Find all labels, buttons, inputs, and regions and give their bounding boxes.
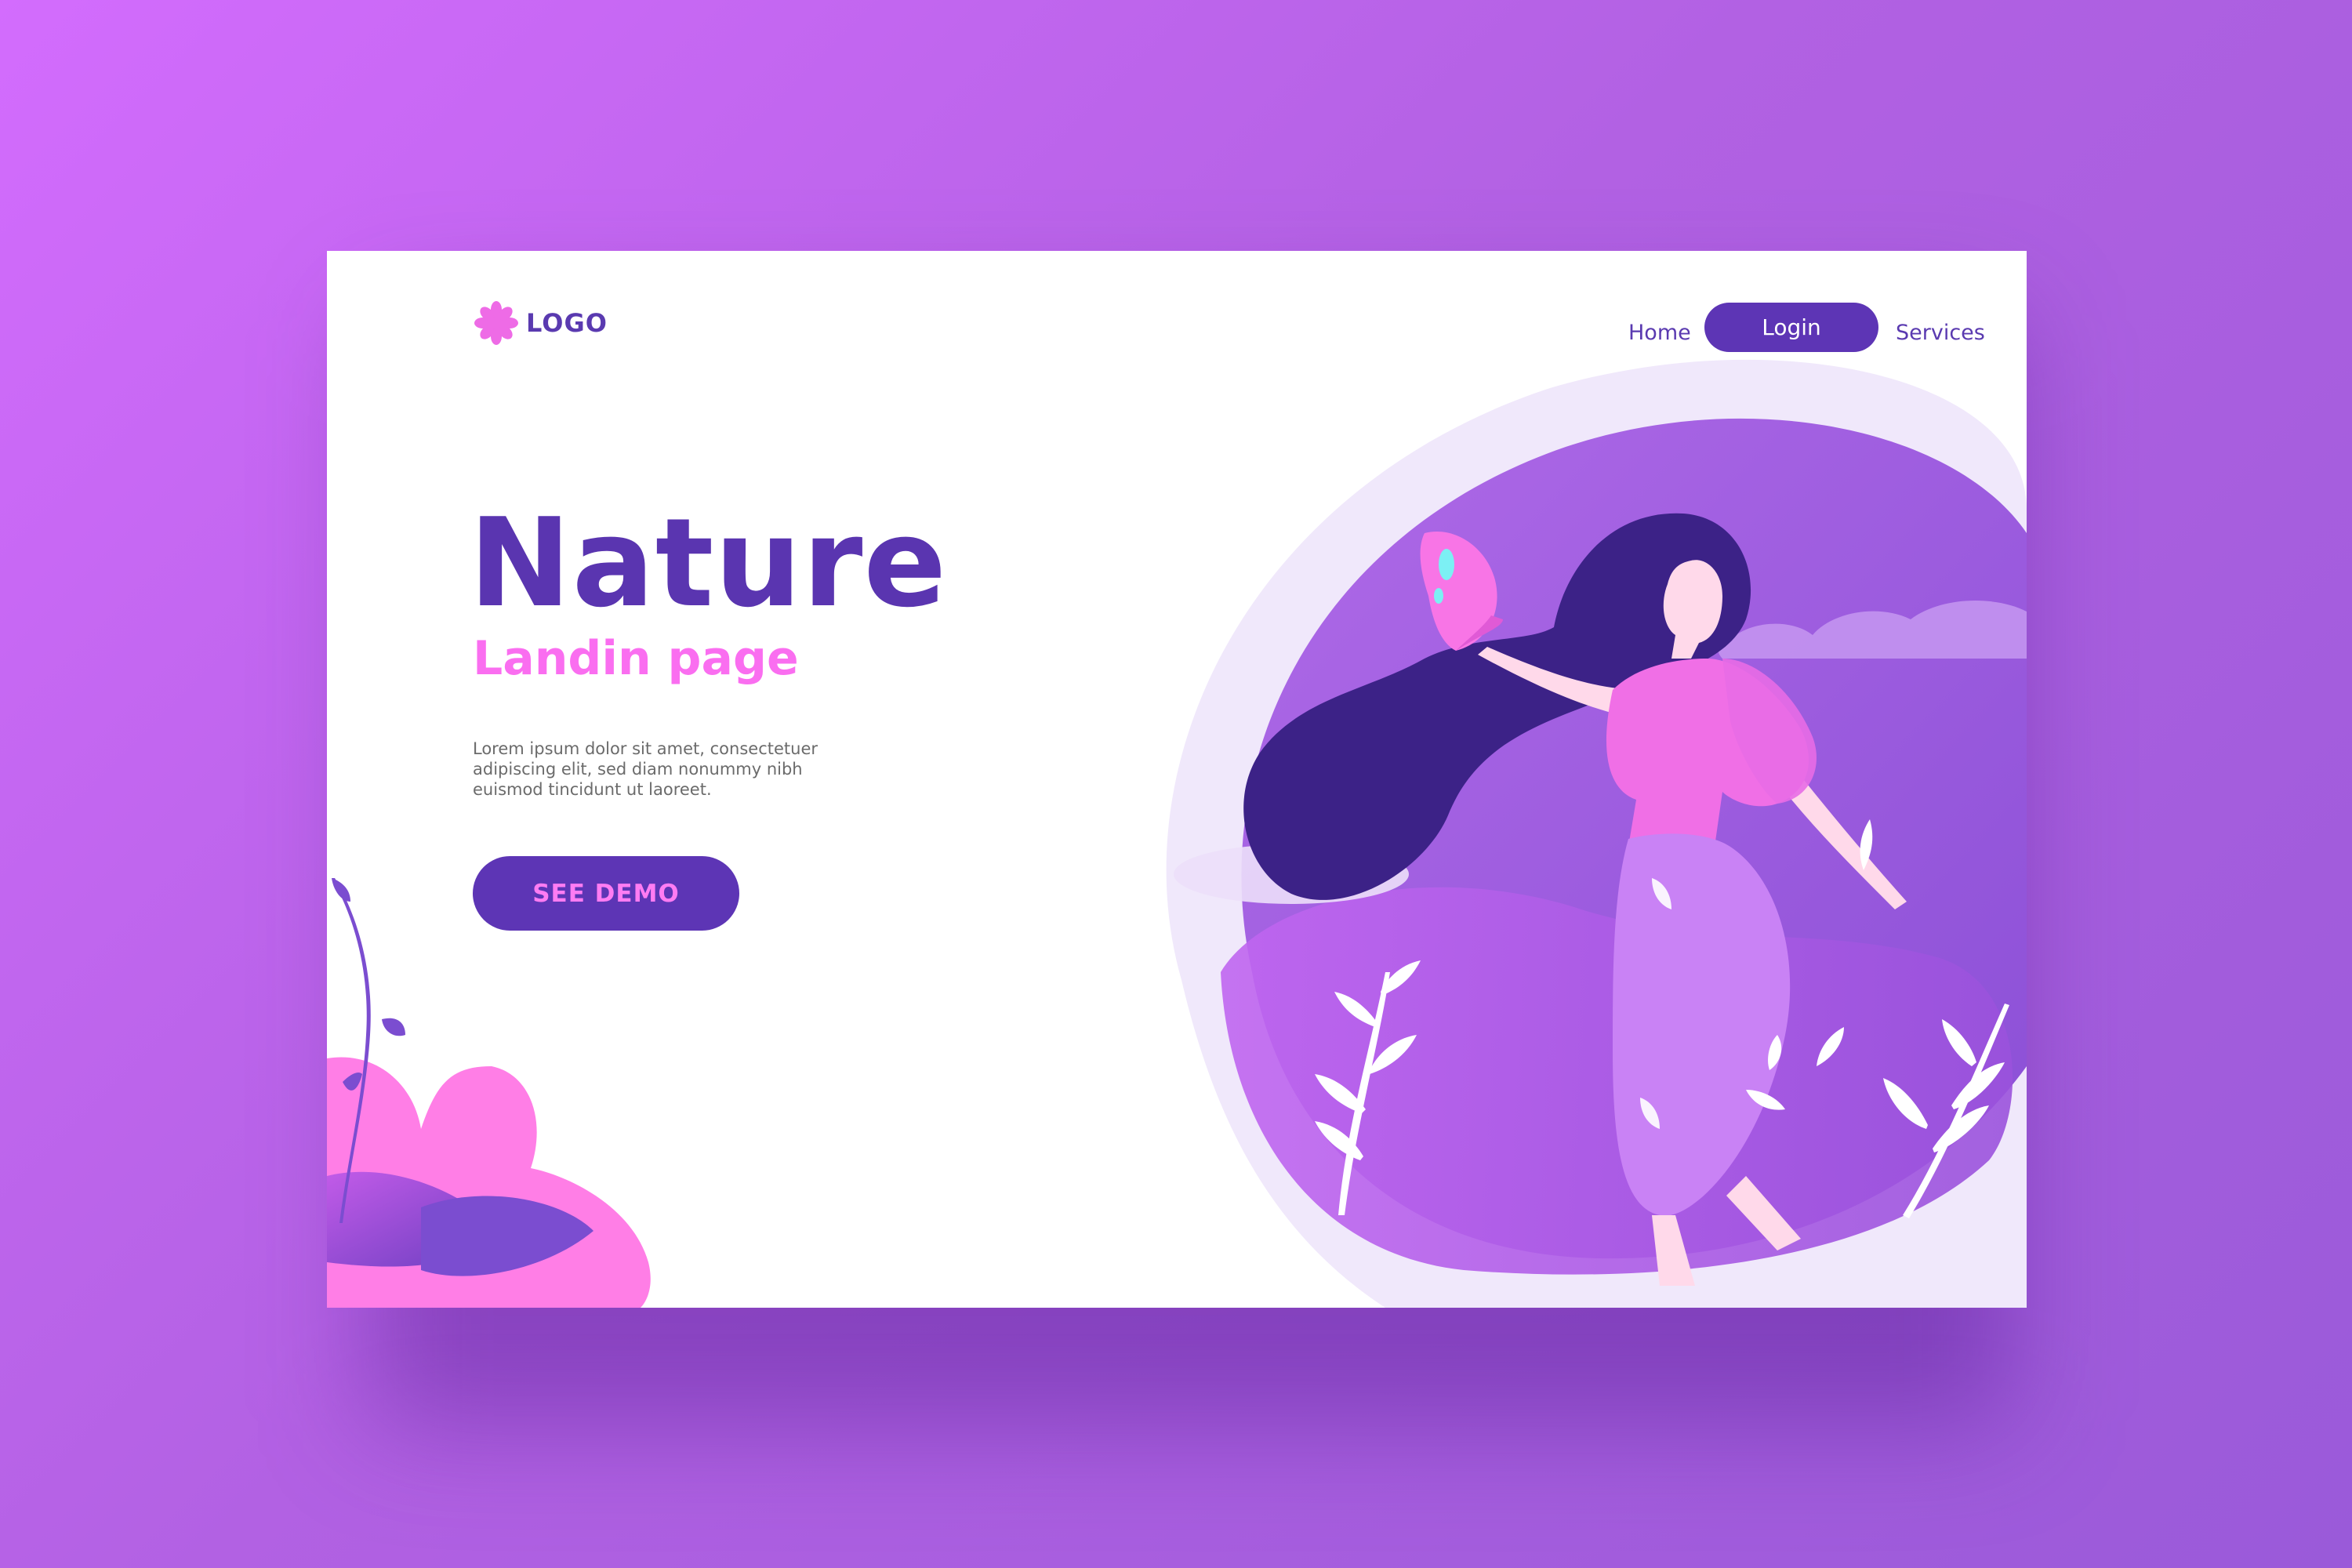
hero-description: Lorem ipsum dolor sit amet, consectetuer… — [473, 739, 841, 800]
nav-home-link[interactable]: Home — [1628, 306, 1691, 361]
flower-icon — [474, 301, 518, 345]
nav-services-link[interactable]: Services — [1896, 306, 1985, 361]
hero-subtitle: Landin page — [473, 631, 799, 686]
hero-description-line: adipiscing elit, sed diam nonummy nibh — [473, 760, 803, 779]
hero-title: Nature — [469, 492, 948, 634]
brand-logo[interactable]: LOGO — [473, 299, 608, 347]
pink-flower — [327, 878, 651, 1308]
hero-description-line: Lorem ipsum dolor sit amet, consectetuer — [473, 739, 818, 758]
login-button[interactable]: Login — [1704, 303, 1878, 352]
hero-description-line: euismod tincidunt ut laoreet. — [473, 780, 712, 799]
landing-page-card: LOGO Home About us Services Login Nature… — [327, 251, 2027, 1308]
logo-text: LOGO — [526, 308, 608, 338]
see-demo-button[interactable]: SEE DEMO — [473, 856, 739, 931]
